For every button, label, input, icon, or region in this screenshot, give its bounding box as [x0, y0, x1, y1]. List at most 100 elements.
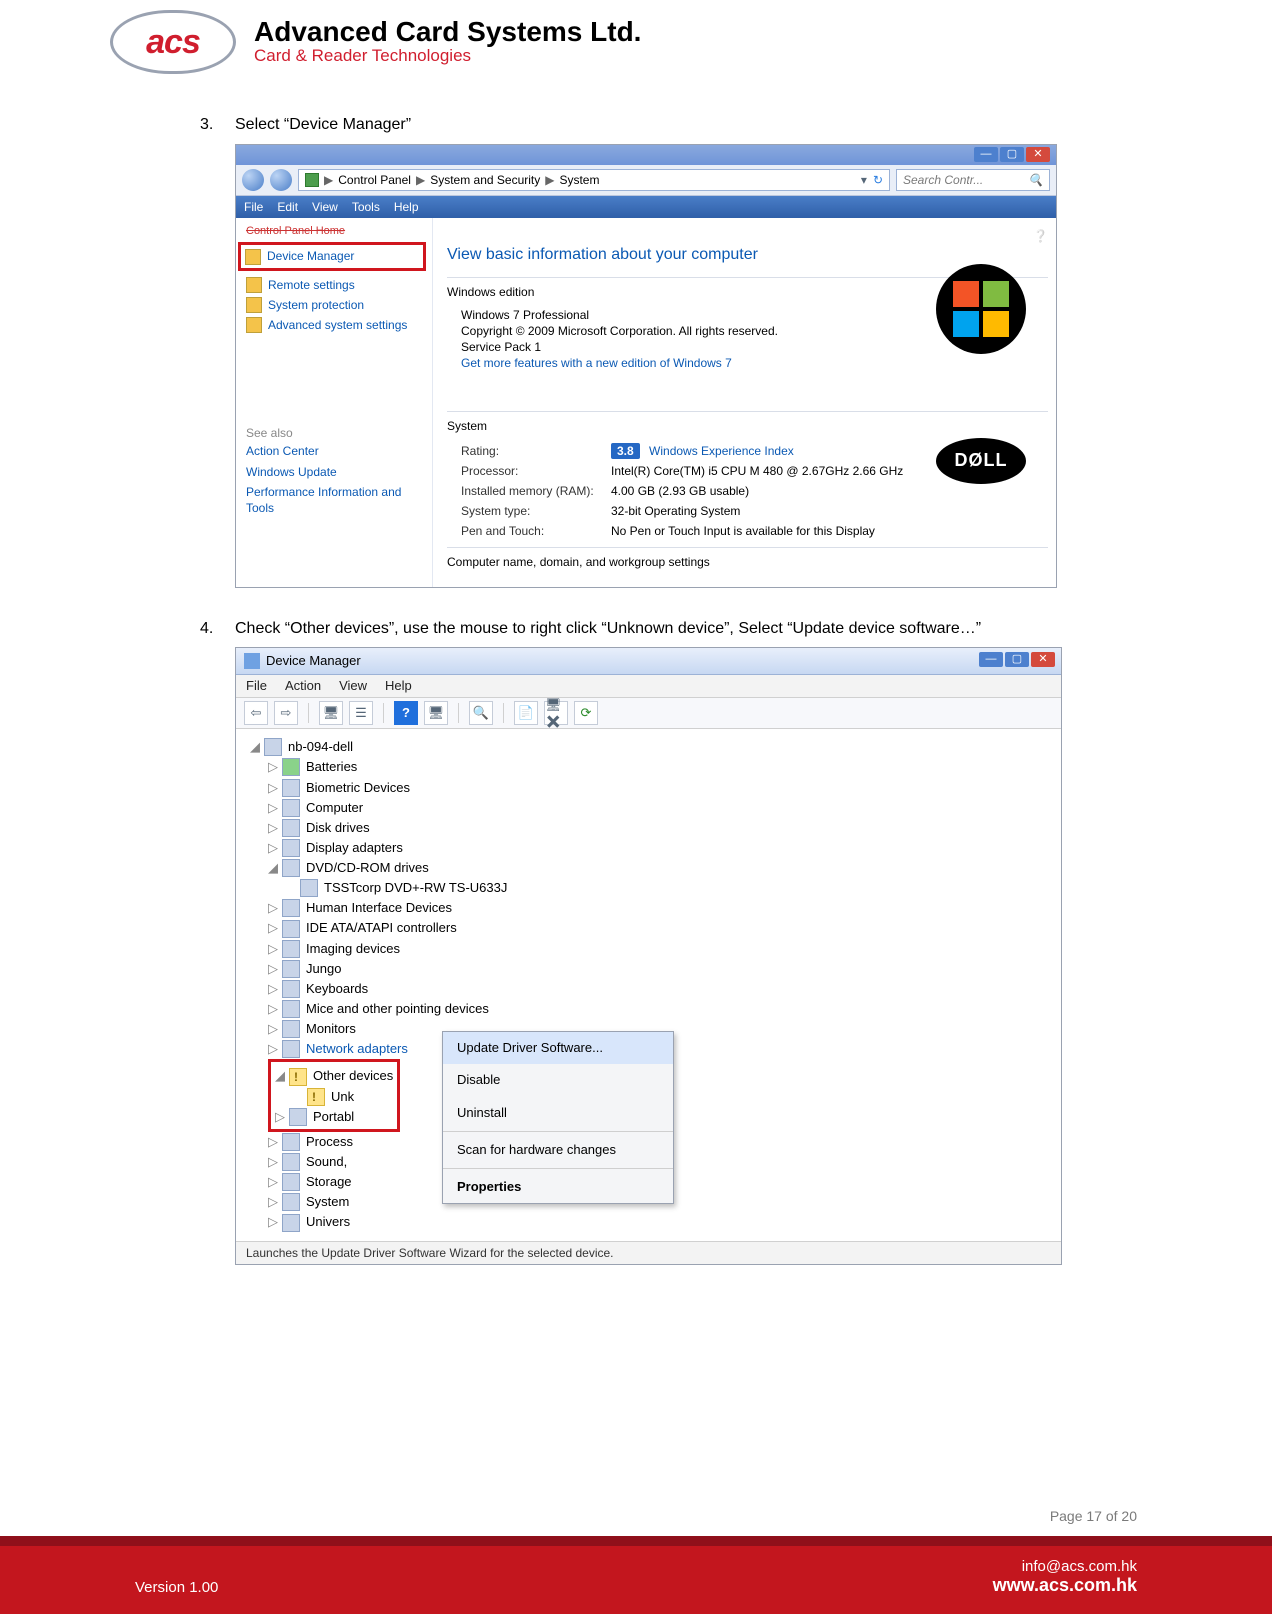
node-monitors[interactable]: Monitors	[306, 1019, 356, 1039]
toolbar-scan-icon[interactable]: 🔍	[469, 701, 493, 725]
dm-menu-help[interactable]: Help	[385, 677, 412, 695]
search-box[interactable]: Search Contr... 🔍	[896, 169, 1050, 191]
close-button[interactable]: ✕	[1026, 147, 1050, 162]
dvd-drive-icon	[300, 879, 318, 897]
system-protection-link[interactable]: System protection	[246, 295, 426, 315]
forward-button[interactable]	[270, 169, 292, 191]
website: www.acs.com.hk	[993, 1575, 1137, 1595]
pen-value: No Pen or Touch Input is available for t…	[611, 523, 875, 539]
dm-maximize-button[interactable]: ▢	[1005, 652, 1029, 667]
ctx-uninstall[interactable]: Uninstall	[443, 1097, 673, 1129]
display-icon	[282, 839, 300, 857]
ctx-scan[interactable]: Scan for hardware changes	[443, 1134, 673, 1166]
tree-root[interactable]: nb-094-dell	[288, 737, 353, 757]
node-network[interactable]: Network adapters	[306, 1039, 408, 1059]
node-disk[interactable]: Disk drives	[306, 818, 370, 838]
page-number: Page 17 of 20	[0, 1508, 1272, 1536]
toolbar-uninstall-icon[interactable]: 🖥✖	[544, 701, 568, 725]
unknown-device-icon	[307, 1088, 325, 1106]
node-keyboards[interactable]: Keyboards	[306, 979, 368, 999]
toolbar-refresh-icon[interactable]: ⟳	[574, 701, 598, 725]
node-system[interactable]: System	[306, 1192, 349, 1212]
node-sound[interactable]: Sound,	[306, 1152, 347, 1172]
ctx-update-driver[interactable]: Update Driver Software...	[443, 1032, 673, 1064]
processor-icon	[282, 1133, 300, 1151]
maximize-button[interactable]: ▢	[1000, 147, 1024, 162]
node-univers[interactable]: Univers	[306, 1212, 350, 1232]
disk-icon	[282, 819, 300, 837]
advanced-settings-link[interactable]: Advanced system settings	[246, 315, 426, 335]
dm-menu-action[interactable]: Action	[285, 677, 321, 695]
domain-group-label: Computer name, domain, and workgroup set…	[447, 554, 1048, 570]
wei-link[interactable]: Windows Experience Index	[649, 444, 794, 458]
dm-title-icon	[244, 653, 260, 669]
menu-help[interactable]: Help	[394, 199, 419, 215]
toolbar-back-icon[interactable]: ⇦	[244, 701, 268, 725]
dm-menu-view[interactable]: View	[339, 677, 367, 695]
node-other-devices[interactable]: Other devices	[313, 1066, 393, 1086]
ram-label: Installed memory (RAM):	[461, 483, 611, 499]
hid-icon	[282, 899, 300, 917]
node-portable[interactable]: Portabl	[313, 1107, 354, 1127]
toolbar-view-icon[interactable]: 🖥	[424, 701, 448, 725]
toolbar-help-icon[interactable]: ?	[394, 701, 418, 725]
other-devices-highlight: ◢Other devices Unk ▷Portabl	[268, 1059, 400, 1131]
context-menu: Update Driver Software... Disable Uninst…	[442, 1031, 674, 1204]
acs-logo-text: acs	[146, 23, 200, 62]
control-panel-home[interactable]: Control Panel Home	[246, 224, 426, 239]
menu-edit[interactable]: Edit	[277, 199, 298, 215]
node-process[interactable]: Process	[306, 1132, 353, 1152]
node-biometric[interactable]: Biometric Devices	[306, 778, 410, 798]
menu-file[interactable]: File	[244, 199, 263, 215]
crumb-1[interactable]: Control Panel	[338, 172, 411, 188]
minimize-button[interactable]: —	[974, 147, 998, 162]
node-mice[interactable]: Mice and other pointing devices	[306, 999, 489, 1019]
crumb-2[interactable]: System and Security	[430, 172, 540, 188]
device-manager-highlight: Device Manager	[238, 242, 426, 270]
usb-icon	[282, 1214, 300, 1232]
right-pane: ❔ View basic information about your comp…	[432, 218, 1056, 587]
dm-title: Device Manager	[266, 652, 361, 670]
toolbar-update-icon[interactable]: 📄	[514, 701, 538, 725]
step-3: Select “Device Manager” — ▢ ✕ ▶ Control …	[135, 114, 1137, 588]
portable-icon	[289, 1108, 307, 1126]
window-titlebar: — ▢ ✕	[236, 145, 1056, 165]
node-hid[interactable]: Human Interface Devices	[306, 898, 452, 918]
node-tsst[interactable]: TSSTcorp DVD+-RW TS-U633J	[324, 878, 507, 898]
processor-value: Intel(R) Core(TM) i5 CPU M 480 @ 2.67GHz…	[611, 463, 903, 479]
node-storage[interactable]: Storage	[306, 1172, 352, 1192]
wei-score: 3.8	[611, 443, 640, 459]
node-ide[interactable]: IDE ATA/ATAPI controllers	[306, 918, 457, 938]
node-batteries[interactable]: Batteries	[306, 757, 357, 777]
see-also-perf[interactable]: Performance Information and Tools	[246, 482, 426, 518]
remote-settings-link[interactable]: Remote settings	[246, 275, 426, 295]
node-jungo[interactable]: Jungo	[306, 959, 341, 979]
menu-tools[interactable]: Tools	[352, 199, 380, 215]
dm-toolbar: ⇦ ⇨ 🖥 ☰ ? 🖥 🔍 📄 🖥✖ ⟳	[236, 698, 1061, 729]
device-manager-link[interactable]: Device Manager	[267, 248, 354, 264]
see-also-windows-update[interactable]: Windows Update	[246, 462, 426, 482]
node-dvd[interactable]: DVD/CD-ROM drives	[306, 858, 429, 878]
toolbar-properties-icon[interactable]: ☰	[349, 701, 373, 725]
view-basic-info-title: View basic information about your comput…	[447, 244, 1048, 266]
dm-close-button[interactable]: ✕	[1031, 652, 1055, 667]
monitor-icon	[282, 1020, 300, 1038]
node-imaging[interactable]: Imaging devices	[306, 939, 400, 959]
node-unknown-device[interactable]: Unk	[331, 1087, 354, 1107]
dell-logo: DØLL	[936, 438, 1026, 484]
see-also-action-center[interactable]: Action Center	[246, 441, 426, 461]
computer-node-icon	[282, 799, 300, 817]
back-button[interactable]	[242, 169, 264, 191]
toolbar-fwd-icon[interactable]: ⇨	[274, 701, 298, 725]
dm-menu-file[interactable]: File	[246, 677, 267, 695]
dm-minimize-button[interactable]: —	[979, 652, 1003, 667]
ctx-disable[interactable]: Disable	[443, 1064, 673, 1096]
more-features-link[interactable]: Get more features with a new edition of …	[461, 355, 1048, 371]
toolbar-computer-icon[interactable]: 🖥	[319, 701, 343, 725]
menu-view[interactable]: View	[312, 199, 338, 215]
node-computer[interactable]: Computer	[306, 798, 363, 818]
breadcrumb[interactable]: ▶ Control Panel ▶ System and Security ▶ …	[298, 169, 890, 191]
ctx-properties[interactable]: Properties	[443, 1171, 673, 1203]
node-display[interactable]: Display adapters	[306, 838, 403, 858]
crumb-3[interactable]: System	[559, 172, 599, 188]
